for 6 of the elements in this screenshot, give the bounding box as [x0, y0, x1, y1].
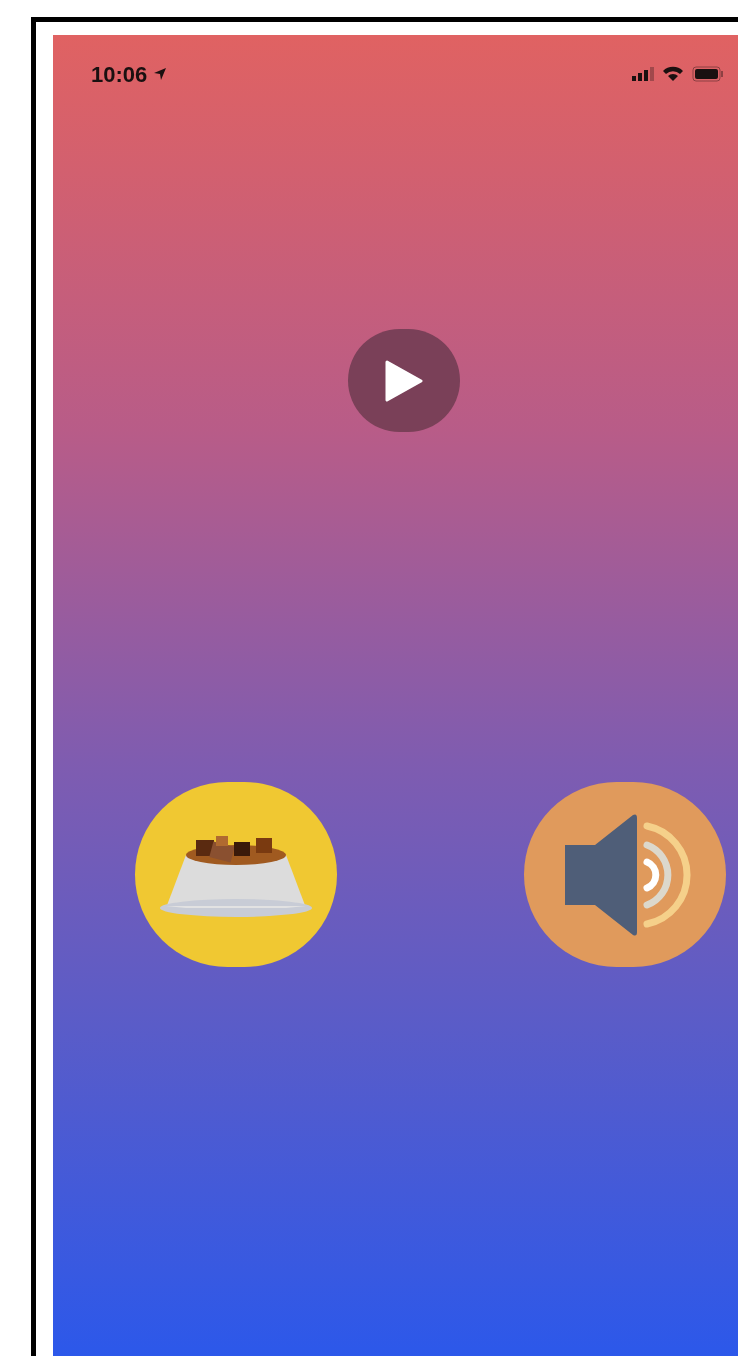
signal-icon [632, 67, 654, 81]
battery-icon [692, 66, 724, 82]
status-time: 10:06 [91, 60, 148, 89]
location-arrow-icon [153, 67, 168, 81]
play-icon [384, 359, 423, 402]
wifi-icon [662, 66, 684, 82]
